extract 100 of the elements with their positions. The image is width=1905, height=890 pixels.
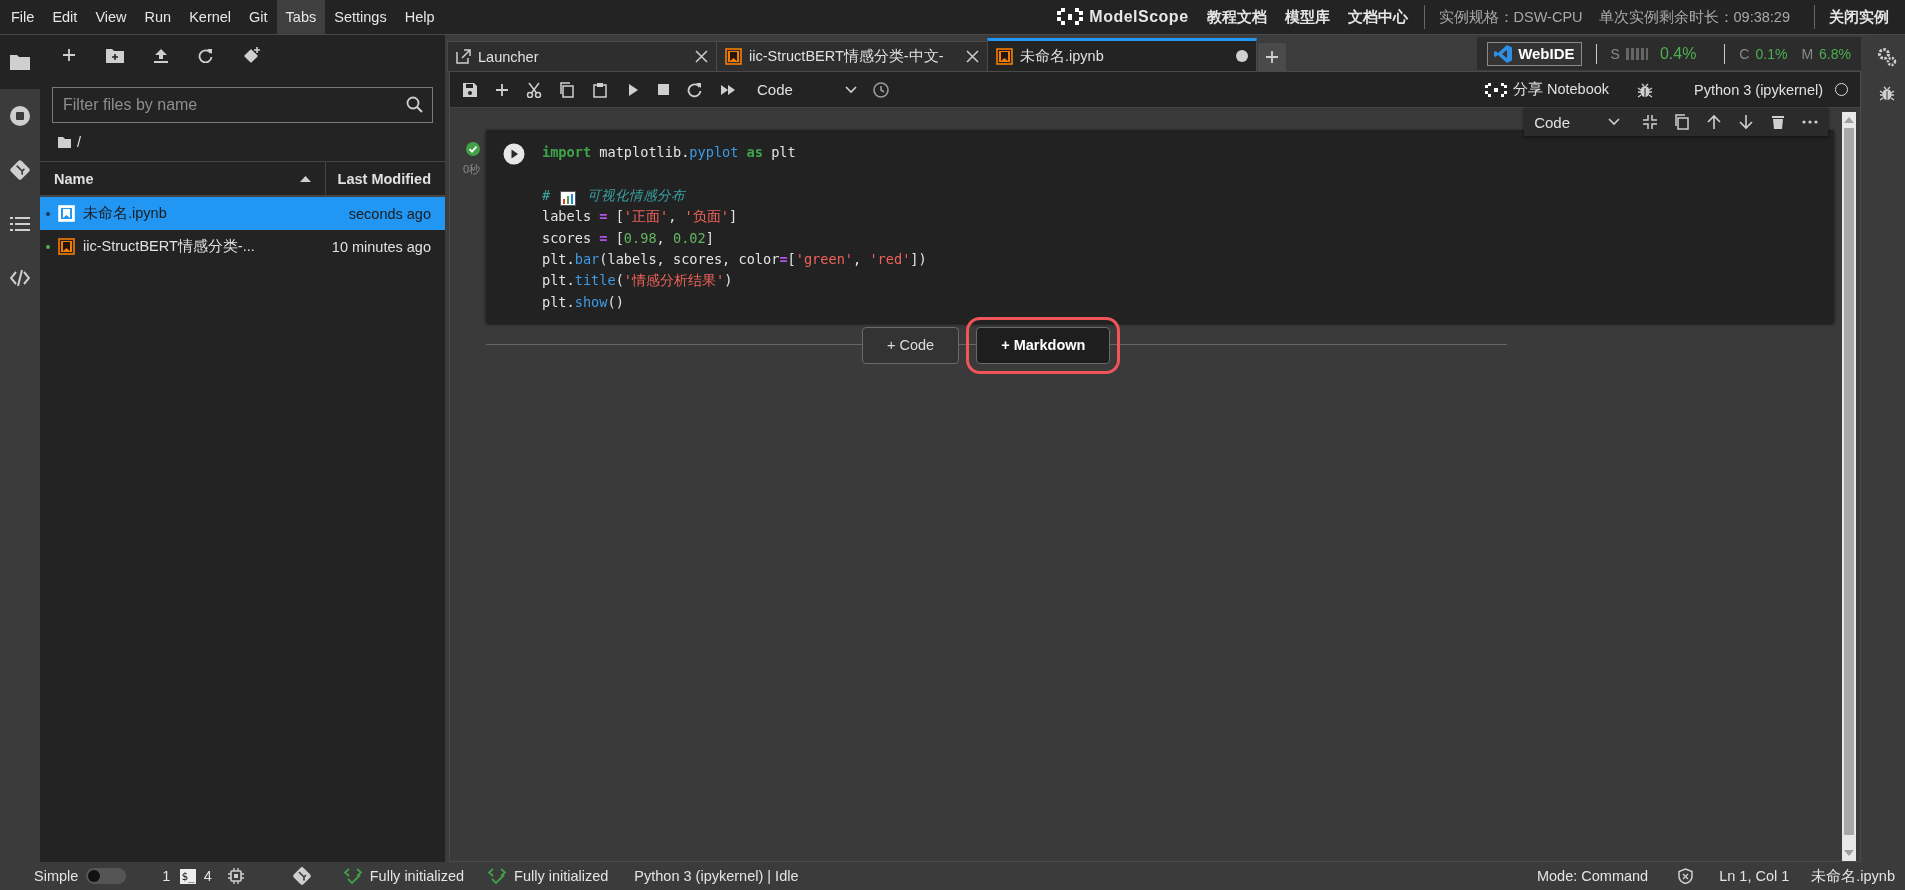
menu-item[interactable]: File — [2, 0, 44, 34]
list-icon[interactable] — [10, 216, 30, 232]
run-cell-icon[interactable] — [503, 143, 525, 165]
code-cell[interactable]: import matplotlib.pyplot as plt # 可视化情感分布 labels = ['正面', '负面'] scores = [0.98, 0.02] plt.bar(labels, scores, color=['green', 'red']) plt.title('情感分析结果') plt.show() — [486, 130, 1834, 324]
mode-indicator[interactable]: Mode: Command — [1536, 868, 1649, 884]
code-token: matplotlib. — [598, 143, 690, 162]
code-token: [ — [614, 207, 624, 227]
close-icon[interactable] — [695, 50, 708, 63]
code-token: '情感分析结果' — [623, 271, 725, 291]
close-instance-button[interactable]: 关闭实例 — [1815, 7, 1905, 27]
terminal-icon: $_ — [180, 868, 196, 884]
kernel-name[interactable]: Python 3 (ipykernel) — [1694, 81, 1823, 98]
menu-item[interactable]: View — [86, 0, 136, 34]
refresh-icon[interactable] — [198, 47, 213, 63]
sidebar-tab[interactable] — [0, 35, 40, 89]
terminal-count[interactable]: 1 — [162, 868, 171, 884]
caret-icon — [1608, 118, 1620, 126]
menu-item[interactable]: Kernel — [180, 0, 241, 34]
stop-circle-icon[interactable] — [10, 106, 30, 126]
code-token: = — [599, 228, 608, 248]
unsaved-dot-icon[interactable] — [1236, 50, 1248, 62]
logo-icon — [1484, 82, 1507, 97]
upload-icon[interactable] — [154, 47, 168, 63]
paste-icon[interactable] — [592, 81, 608, 98]
initialized-icon — [488, 868, 507, 884]
cell-type-select[interactable]: Code — [757, 81, 857, 98]
scrollbar-thumb[interactable] — [1844, 128, 1854, 835]
document-tab[interactable]: Launcher — [447, 41, 717, 71]
menu-item[interactable]: Run — [135, 0, 181, 34]
menu-item[interactable]: Settings — [325, 0, 396, 34]
stop-icon[interactable] — [656, 82, 670, 97]
resource-value: 0.4% — [1659, 44, 1697, 63]
folder-icon[interactable] — [10, 54, 30, 70]
column-header[interactable]: Last Modified — [326, 170, 445, 187]
file-row[interactable]: iic-StructBERT情感分类-... 10 minutes ago — [40, 230, 445, 263]
code-token: bar — [574, 249, 600, 269]
kernel-status[interactable]: Python 3 (ipykernel) | Idle — [634, 868, 799, 884]
shield-icon[interactable] — [1678, 868, 1694, 884]
bug-icon[interactable] — [1879, 85, 1895, 101]
document-tab[interactable]: 未命名.ipynb — [987, 38, 1257, 71]
menu-item[interactable]: Help — [395, 0, 444, 34]
new-folder-icon[interactable] — [106, 47, 124, 63]
share-notebook-button[interactable]: 分享 Notebook — [1484, 80, 1610, 99]
status-text[interactable]: Fully initialized — [369, 868, 465, 884]
save-icon[interactable] — [462, 81, 478, 98]
breadcrumb[interactable]: / — [77, 134, 82, 150]
code-token: plt. — [542, 249, 575, 269]
simple-mode-toggle[interactable] — [86, 868, 127, 884]
logo-text: ModelScope — [1089, 8, 1189, 26]
cell-type-select[interactable]: Code — [1534, 113, 1620, 131]
column-header[interactable]: Name — [40, 162, 326, 195]
kernel-count[interactable]: 4 — [203, 868, 212, 884]
arrow-up-icon[interactable] — [1706, 114, 1722, 130]
usage-bars-icon — [1625, 47, 1648, 60]
add-cell-button[interactable]: + Code — [862, 326, 960, 364]
add-icon[interactable] — [495, 82, 509, 97]
restart-icon[interactable] — [687, 81, 703, 98]
notebook-icon — [725, 48, 742, 65]
menu-item[interactable]: Edit — [43, 0, 87, 34]
new-file-icon[interactable] — [62, 48, 76, 62]
code-token: = — [599, 207, 608, 227]
cursor-position[interactable]: Ln 1, Col 1 — [1719, 868, 1790, 884]
bug-icon[interactable] — [1637, 81, 1654, 98]
arrow-down-icon[interactable] — [1738, 114, 1754, 130]
new-tab-button[interactable] — [1258, 43, 1286, 71]
code-token: , — [853, 249, 863, 269]
nav-link[interactable]: 模型库 — [1284, 7, 1330, 27]
code-icon[interactable] — [10, 269, 30, 287]
logo-icon[interactable] — [1057, 8, 1084, 26]
menu-item[interactable]: Tabs — [276, 0, 326, 34]
code-token: title — [574, 271, 616, 291]
execution-time: 0秒 — [462, 162, 480, 177]
code-token: ) — [724, 271, 733, 291]
code-token: ] — [705, 228, 714, 248]
initialized-icon — [343, 868, 362, 884]
current-file[interactable]: 未命名.ipynb — [1811, 866, 1895, 886]
nav-link[interactable]: 文档中心 — [1347, 7, 1408, 27]
delete-icon[interactable] — [1770, 114, 1786, 130]
menu-item[interactable]: Git — [240, 0, 277, 34]
code-token: ( — [615, 271, 624, 291]
collapse-icon[interactable] — [1642, 114, 1658, 130]
code-comment: # — [542, 185, 552, 205]
code-token: [ — [614, 228, 624, 248]
copy-icon[interactable] — [1674, 114, 1690, 130]
document-tab[interactable]: iic-StructBERT情感分类-中文- — [716, 41, 988, 71]
clock-icon[interactable] — [873, 81, 889, 98]
cpu-icon[interactable] — [227, 868, 244, 884]
file-row[interactable]: 未命名.ipynb seconds ago — [40, 197, 445, 230]
chart-icon — [560, 191, 577, 207]
webide-button[interactable]: WebIDE — [1487, 41, 1582, 66]
code-token: (labels, scores, color — [599, 249, 780, 269]
close-icon[interactable] — [966, 50, 979, 63]
caret-icon — [845, 85, 857, 94]
cut-icon[interactable] — [526, 81, 542, 98]
add-icon[interactable] — [1265, 50, 1279, 64]
copy-icon[interactable] — [559, 81, 575, 98]
resource-value: 6.8% — [1819, 45, 1851, 62]
filter-field[interactable]: Filter files by name — [52, 87, 433, 123]
status-text[interactable]: Fully initialized — [514, 868, 609, 884]
nav-link[interactable]: 教程文档 — [1206, 7, 1267, 27]
